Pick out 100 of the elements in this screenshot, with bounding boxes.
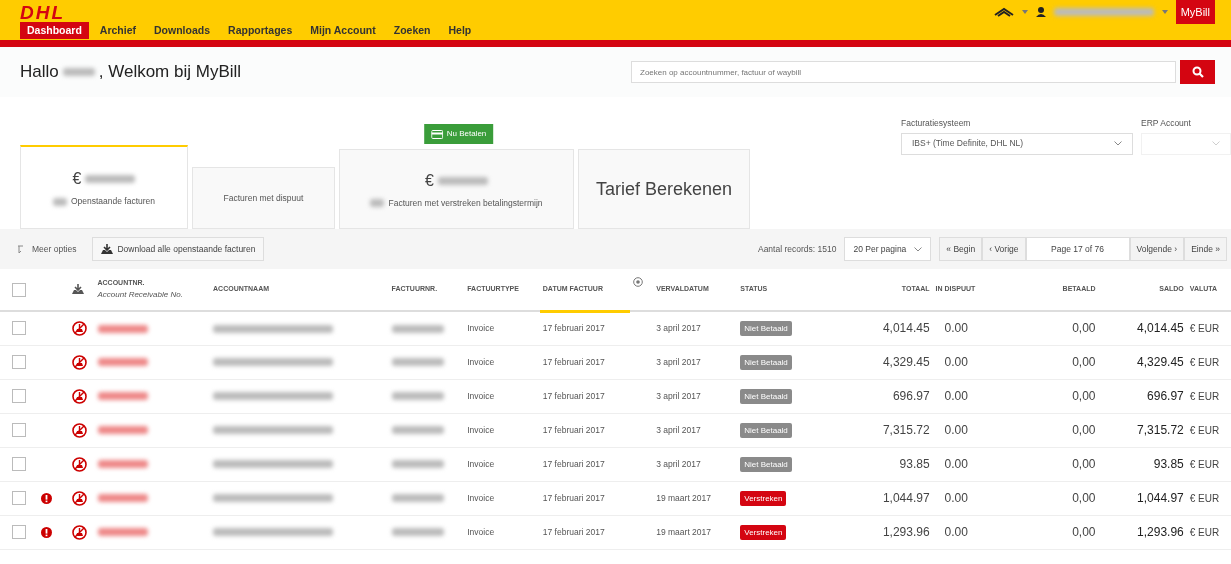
table-cell: 93.85 [899, 457, 930, 471]
chevron-icon [1114, 141, 1122, 147]
table-cell: 4,014.45 [882, 321, 930, 336]
status-label: Niet Betaald [740, 320, 792, 336]
nav-tab[interactable]: Dashboard [20, 22, 89, 39]
blurred-text [391, 460, 444, 469]
caret-icon[interactable] [1021, 10, 1028, 14]
table-cell: € EUR [1189, 390, 1220, 402]
download-button[interactable]: Download alle openstaande facturen [92, 236, 265, 262]
nav-tab[interactable]: Mijn Account [303, 22, 383, 39]
summary-card[interactable]: € Facturen met verstreken betalingstermijn [339, 149, 574, 229]
nav-tab[interactable]: Zoeken [386, 22, 438, 39]
table-cell: 0.00 [944, 355, 968, 369]
blurred-text [85, 175, 136, 184]
search-field[interactable]: Zoeken op accountnummer, factuur of waybill [631, 61, 1176, 83]
pager-button[interactable]: Einde » [1184, 236, 1227, 262]
chevron-icon [1212, 141, 1220, 147]
table-cell: 1,044.97 [882, 491, 930, 505]
no-download-icon[interactable] [72, 524, 88, 540]
table-cell: 17 februari 2017 [542, 390, 605, 401]
checkbox[interactable] [11, 491, 26, 505]
blurred-text [391, 494, 444, 503]
table-cell: 0.00 [944, 525, 968, 539]
record-count: Aantal records: 1510 [757, 242, 837, 256]
table-cell: € EUR [1189, 424, 1220, 436]
no-download-icon[interactable] [72, 456, 88, 472]
checkbox[interactable] [11, 282, 26, 297]
user-icon[interactable] [1035, 7, 1046, 17]
download-icon [101, 244, 114, 254]
filter-label: ERP Account [1141, 117, 1192, 130]
table-cell: 4,329.45 [882, 355, 930, 369]
status-label: Niet Betaald [740, 388, 792, 404]
table-cell: 4,329.45 [1137, 355, 1184, 369]
card-icon [430, 129, 443, 139]
table-cell: 19 maart 2017 [656, 492, 712, 503]
summary-card[interactable]: Facturen met dispuut [192, 167, 335, 229]
table-cell: 0,00 [1072, 525, 1096, 539]
app-badge: MyBill [1175, 0, 1215, 25]
blurred-text [97, 460, 148, 469]
table-cell: 17 februari 2017 [542, 424, 605, 435]
pager-button[interactable]: Volgende › [1129, 236, 1185, 262]
nav-tab[interactable]: Archief [92, 22, 144, 39]
checkbox[interactable] [11, 525, 26, 539]
chevron-icon [914, 246, 923, 252]
table-cell: Invoice [467, 322, 495, 333]
filter-icon [18, 245, 24, 253]
no-download-icon[interactable] [72, 354, 88, 370]
table-cell: 696.97 [892, 389, 930, 403]
table-cell: € EUR [1189, 322, 1220, 334]
no-download-icon[interactable] [72, 490, 88, 506]
status-label: Niet Betaald [740, 456, 792, 472]
nav-tab[interactable]: Rapportages [221, 22, 300, 39]
table-cell: € EUR [1189, 458, 1220, 470]
pager-button[interactable]: ‹ Vorige [982, 236, 1026, 262]
blurred-text [391, 324, 444, 333]
table-cell: 4,014.45 [1137, 321, 1184, 336]
alert-icon [40, 526, 52, 538]
no-download-icon[interactable] [72, 320, 88, 336]
search-button[interactable] [1180, 60, 1215, 84]
table-cell: Invoice [467, 356, 495, 367]
summary-card[interactable]: Tarief Berekenen [578, 149, 750, 229]
logo[interactable]: DHL [20, 2, 66, 22]
pager-button[interactable]: « Begin [939, 236, 983, 262]
blurred-text [97, 324, 148, 333]
select-field[interactable]: IBS+ (Time Definite, DHL NL) [901, 132, 1133, 155]
table-cell: € EUR [1189, 526, 1220, 538]
table-cell: 1,044.97 [1137, 491, 1184, 505]
table-cell: 93.85 [1153, 457, 1184, 471]
currency-symbol: € [72, 169, 82, 190]
table-cell: 0.00 [944, 389, 968, 403]
nav-tab[interactable]: Downloads [147, 22, 218, 39]
card-label: Openstaande facturen [70, 195, 156, 208]
card-title: Tarief Berekenen [594, 177, 734, 201]
greeting-text: Hallo [20, 61, 59, 84]
per-page-select[interactable]: 20 Per pagina [844, 236, 932, 262]
checkbox[interactable] [11, 355, 26, 369]
caret-icon[interactable] [1161, 10, 1168, 14]
card-label: Facturen met dispuut [222, 191, 305, 205]
table-cell: 7,315.72 [882, 423, 930, 437]
blurred-text [97, 494, 148, 503]
no-download-icon[interactable] [72, 388, 88, 404]
table-cell: 0,00 [1072, 423, 1096, 437]
summary-card[interactable]: € Openstaande facturen [20, 145, 188, 229]
table-cell: 0.00 [944, 321, 968, 336]
more-options-link[interactable]: Meer opties [18, 242, 77, 256]
blurred-text [97, 426, 148, 435]
status-label: Verstreken [740, 490, 787, 506]
sort-icon[interactable] [633, 277, 644, 288]
checkbox[interactable] [11, 321, 26, 336]
no-download-icon[interactable] [72, 422, 88, 438]
plane-icon[interactable] [993, 7, 1014, 17]
blurred-text [437, 176, 488, 185]
checkbox[interactable] [11, 423, 26, 437]
nav-tab[interactable]: Help [441, 22, 479, 39]
table-cell: Invoice [467, 424, 495, 435]
checkbox[interactable] [11, 389, 26, 403]
checkbox[interactable] [11, 457, 26, 471]
table-cell: 0.00 [944, 423, 968, 437]
status-label: Verstreken [740, 524, 787, 540]
table-cell: Invoice [467, 458, 495, 469]
